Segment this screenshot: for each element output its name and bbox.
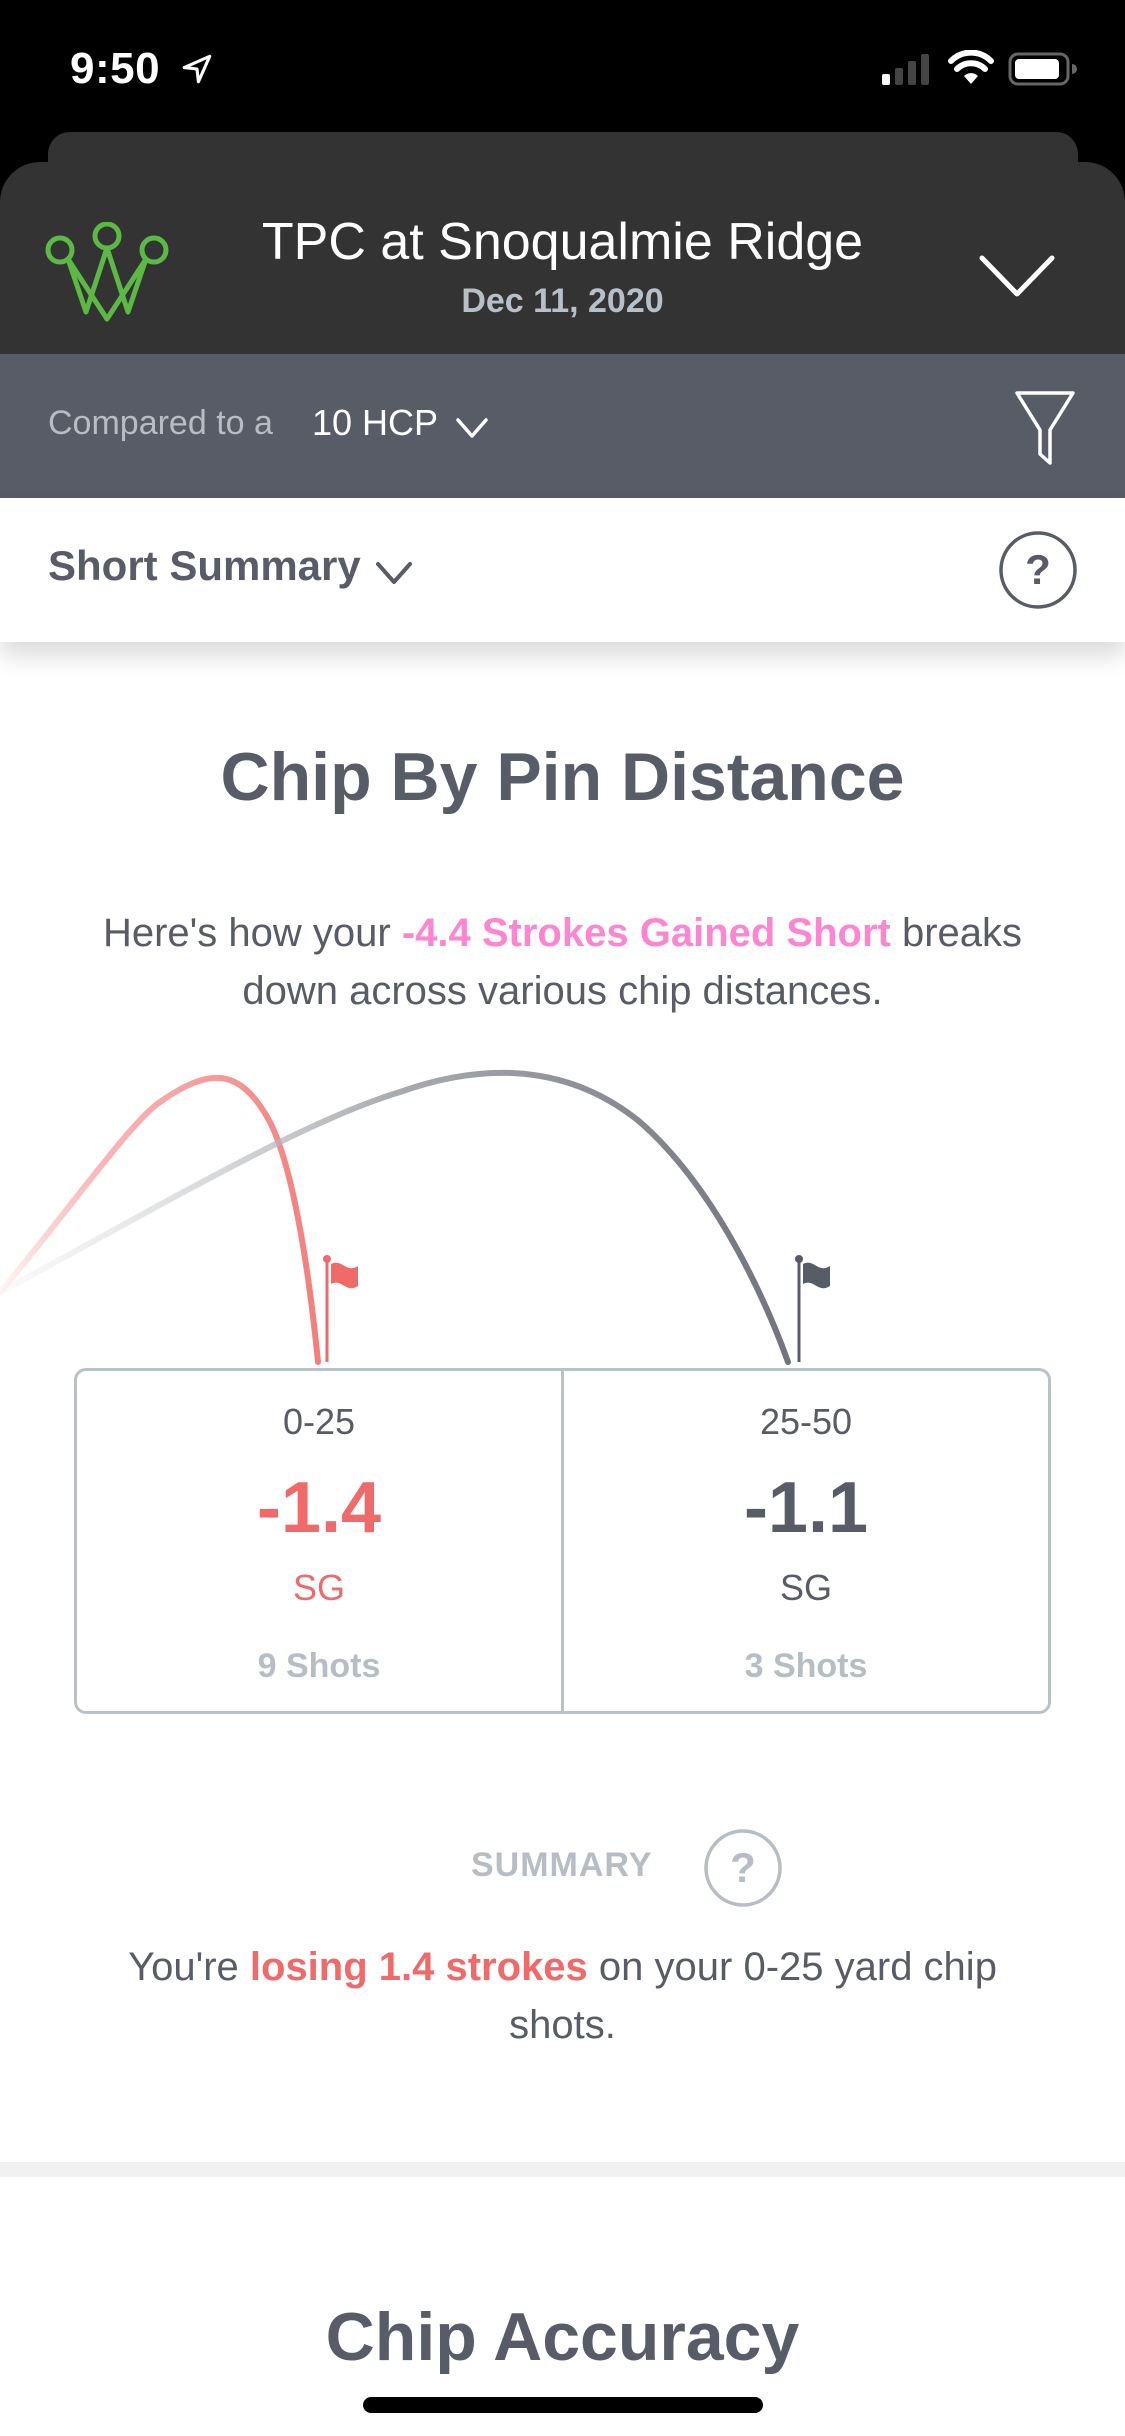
chevron-down-icon[interactable] — [978, 252, 1056, 302]
status-time: 9:50 — [70, 44, 161, 93]
losing-strokes-highlight: losing 1.4 strokes — [249, 1945, 588, 1989]
intro-prefix: Here's how your — [102, 911, 402, 955]
filter-funnel-icon[interactable] — [1014, 390, 1076, 466]
flag-dark-icon — [795, 1255, 830, 1362]
round-date: Dec 11, 2020 — [461, 282, 664, 320]
chevron-down-icon[interactable] — [374, 560, 414, 586]
main-content[interactable]: Chip By Pin Distance Here's how your -4.… — [0, 642, 1125, 2436]
cellular-signal-icon — [882, 54, 929, 85]
stat-card-25-50[interactable]: 25-50 -1.1 SG 3 Shots — [561, 1371, 1048, 1711]
strokes-gained-highlight: -4.4 Strokes Gained Short — [401, 911, 891, 955]
status-bar: 9:50 — [0, 0, 1125, 135]
help-circle-icon[interactable]: ? — [998, 530, 1078, 610]
battery-icon — [1008, 52, 1077, 86]
trajectory-25-50 — [0, 1069, 791, 1365]
stat-shots: 9 Shots — [257, 1647, 381, 1685]
section-title: Chip Accuracy — [325, 2299, 800, 2375]
stat-shots: 3 Shots — [744, 1647, 868, 1685]
view-selector-bar: Short Summary ? — [0, 498, 1125, 642]
stat-value: -1.1 — [743, 1468, 869, 1548]
summary-text: You're losing 1.4 strokes on your 0-25 y… — [120, 1938, 1005, 2054]
handicap-selector[interactable]: 10 HCP — [312, 402, 438, 444]
svg-text:?: ? — [730, 1844, 756, 1891]
svg-text:?: ? — [1025, 546, 1051, 593]
stat-range: 25-50 — [759, 1401, 853, 1442]
home-indicator[interactable] — [363, 2397, 763, 2413]
trajectory-0-25 — [0, 1074, 321, 1365]
location-arrow-icon — [182, 54, 212, 84]
help-circle-icon[interactable]: ? — [703, 1828, 783, 1908]
section-title: Chip By Pin Distance — [220, 739, 905, 815]
round-header[interactable]: TPC at Snoqualmie Ridge Dec 11, 2020 — [0, 162, 1125, 354]
view-selector[interactable]: Short Summary — [48, 542, 361, 590]
handicap-compare-bar: Compared to a 10 HCP — [0, 354, 1125, 498]
section-divider — [0, 2162, 1125, 2177]
stat-unit: SG — [779, 1567, 832, 1608]
distance-stats-table: 0-25 -1.4 SG 9 Shots 25-50 -1.1 SG 3 Sho… — [74, 1368, 1051, 1714]
chip-trajectory-illustration — [0, 1069, 830, 1365]
chevron-down-icon[interactable] — [454, 416, 490, 440]
intro-text: Here's how your -4.4 Strokes Gained Shor… — [100, 904, 1025, 1020]
stat-value: -1.4 — [256, 1468, 382, 1548]
summary-heading: SUMMARY — [471, 1846, 653, 1884]
stat-range: 0-25 — [282, 1401, 356, 1442]
stat-card-0-25[interactable]: 0-25 -1.4 SG 9 Shots — [77, 1371, 561, 1711]
stat-unit: SG — [292, 1567, 345, 1608]
flag-red-icon — [323, 1255, 358, 1362]
course-title: TPC at Snoqualmie Ridge — [261, 213, 864, 271]
summary-prefix: You're — [128, 1945, 250, 1989]
wifi-icon — [948, 50, 994, 84]
compare-label: Compared to a — [48, 404, 273, 442]
